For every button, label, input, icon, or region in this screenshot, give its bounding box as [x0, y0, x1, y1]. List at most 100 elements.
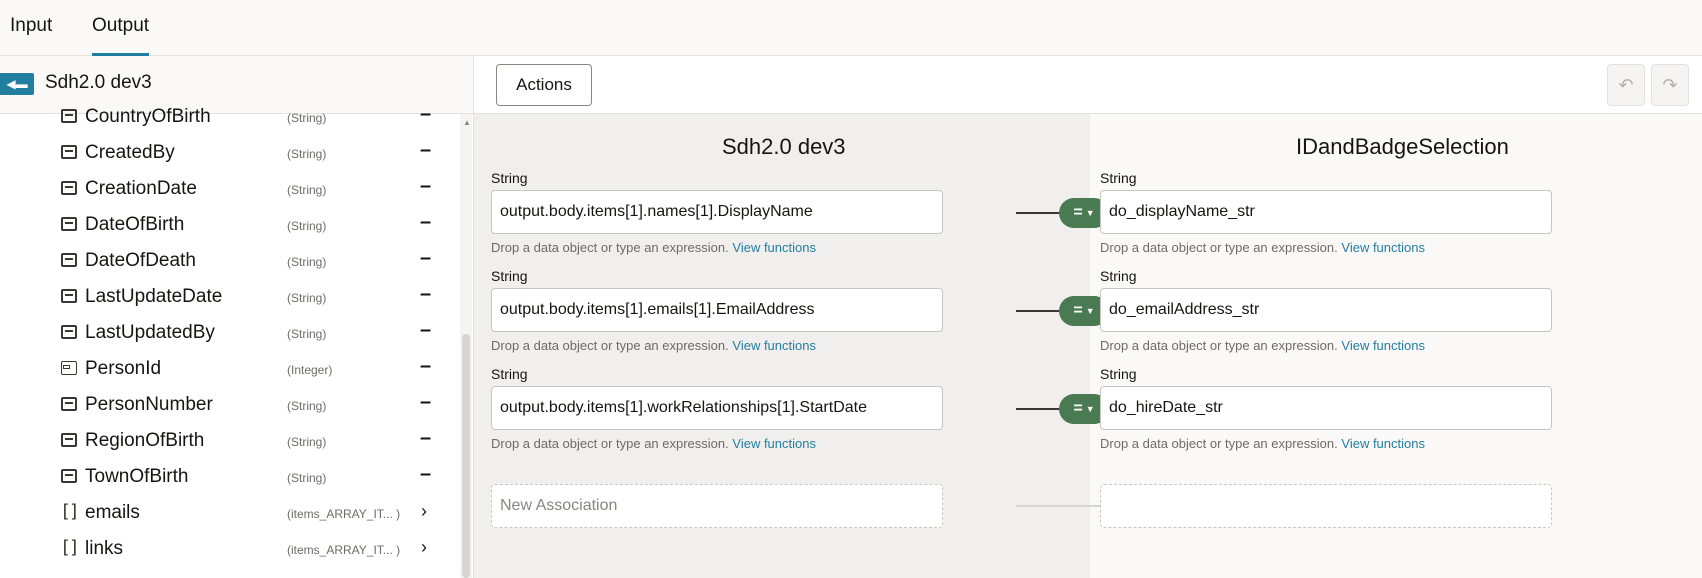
field-type: (String) — [287, 255, 327, 269]
scroll-up-icon[interactable]: ▲ — [463, 118, 471, 127]
field-type: (String) — [287, 291, 327, 305]
field-action-minus[interactable]: – — [420, 139, 431, 162]
operator-label: = — [1073, 204, 1083, 222]
tree-item-creationdate[interactable]: CreationDate (String) – — [0, 171, 460, 207]
tree-item-lastupdatedby[interactable]: LastUpdatedBy (String) – — [0, 315, 460, 351]
target-hint: Drop a data object or type an expression… — [1100, 436, 1425, 451]
tree-scrollbar[interactable]: ▲ — [460, 114, 472, 578]
field-action-minus[interactable]: – — [420, 391, 431, 414]
source-expression-input[interactable]: output.body.items[1].emails[1].EmailAddr… — [491, 288, 943, 332]
field-action-minus[interactable]: – — [420, 103, 431, 126]
tree-item-townofbirth[interactable]: TownOfBirth (String) – — [0, 459, 460, 495]
field-name: links — [85, 538, 124, 559]
source-type-label: String — [491, 268, 528, 284]
target-title: IDandBadgeSelection — [1296, 134, 1509, 159]
target-expression-input[interactable]: do_displayName_str — [1100, 190, 1552, 234]
source-hint: Drop a data object or type an expression… — [491, 338, 816, 353]
tree-title: Sdh2.0 dev3 — [45, 72, 152, 93]
undo-icon[interactable]: ↶ — [1607, 64, 1645, 106]
field-name: CreationDate — [85, 178, 197, 199]
field-type: (String) — [287, 111, 327, 125]
field-action-minus[interactable]: – — [420, 427, 431, 450]
tab-output[interactable]: Output — [92, 0, 150, 56]
field-name: DateOfBirth — [85, 214, 185, 235]
string-field-icon — [61, 469, 77, 483]
array-field-icon: [] — [60, 537, 80, 558]
actions-button[interactable]: Actions — [496, 64, 592, 106]
field-action-minus[interactable]: – — [420, 175, 431, 198]
string-field-icon — [61, 397, 77, 411]
view-functions-link[interactable]: View functions — [732, 240, 816, 255]
field-action-minus[interactable]: – — [420, 355, 431, 378]
source-hint: Drop a data object or type an expression… — [491, 436, 816, 451]
target-hint: Drop a data object or type an expression… — [1100, 338, 1425, 353]
source-expression-input[interactable]: output.body.items[1].names[1].DisplayNam… — [491, 190, 943, 234]
integer-field-icon — [61, 361, 77, 375]
chevron-right-icon[interactable]: › — [421, 501, 427, 522]
tree-item-links[interactable]: [] links (items_ARRAY_IT... ) › — [0, 531, 460, 567]
back-arrow-icon[interactable]: ◀▬ — [0, 73, 34, 95]
tree-item-createdby[interactable]: CreatedBy (String) – — [0, 135, 460, 171]
field-name: CreatedBy — [85, 142, 175, 163]
string-field-icon — [61, 217, 77, 231]
tree-item-regionofbirth[interactable]: RegionOfBirth (String) – — [0, 423, 460, 459]
new-association-target-input[interactable] — [1100, 484, 1552, 528]
tree-item-emails[interactable]: [] emails (items_ARRAY_IT... ) › — [0, 495, 460, 531]
tree-item-countryofbirth[interactable]: CountryOfBirth (String) – — [0, 99, 460, 135]
field-name: DateOfDeath — [85, 250, 196, 271]
caret-down-icon: ▼ — [1085, 306, 1095, 316]
field-type: (items_ARRAY_IT... ) — [287, 543, 401, 557]
string-field-icon — [61, 109, 77, 123]
tree-item-dateofdeath[interactable]: DateOfDeath (String) – — [0, 243, 460, 279]
tree-item-lastupdatedate[interactable]: LastUpdateDate (String) – — [0, 279, 460, 315]
field-action-minus[interactable]: – — [420, 463, 431, 486]
field-type: (String) — [287, 147, 327, 161]
view-functions-link[interactable]: View functions — [732, 338, 816, 353]
new-association-input[interactable]: New Association — [491, 484, 943, 528]
scroll-thumb[interactable] — [462, 334, 470, 578]
field-name: PersonId — [85, 358, 162, 379]
field-action-minus[interactable]: – — [420, 247, 431, 270]
target-type-label: String — [1100, 366, 1137, 382]
field-type: (String) — [287, 471, 327, 485]
source-hint: Drop a data object or type an expression… — [491, 240, 816, 255]
tree-item-dateofbirth[interactable]: DateOfBirth (String) – — [0, 207, 460, 243]
string-field-icon — [61, 145, 77, 159]
view-functions-link[interactable]: View functions — [1341, 338, 1425, 353]
hint-text: Drop a data object or type an expression… — [491, 338, 729, 353]
field-name: PersonNumber — [85, 394, 213, 415]
field-type: (Integer) — [287, 363, 333, 377]
target-expression-input[interactable]: do_emailAddress_str — [1100, 288, 1552, 332]
hint-text: Drop a data object or type an expression… — [491, 240, 729, 255]
hint-text: Drop a data object or type an expression… — [1100, 240, 1338, 255]
source-expression-input[interactable]: output.body.items[1].workRelationships[1… — [491, 386, 943, 430]
source-type-label: String — [491, 366, 528, 382]
tree-item-personid[interactable]: PersonId (Integer) – — [0, 351, 460, 387]
field-name: LastUpdateDate — [85, 286, 223, 307]
string-field-icon — [61, 181, 77, 195]
field-type: (items_ARRAY_IT... ) — [287, 507, 401, 521]
target-expression-input[interactable]: do_hireDate_str — [1100, 386, 1552, 430]
tab-input[interactable]: Input — [10, 0, 52, 56]
caret-down-icon: ▼ — [1085, 208, 1095, 218]
source-type-label: String — [491, 170, 528, 186]
field-name: TownOfBirth — [85, 466, 189, 487]
field-type: (String) — [287, 183, 327, 197]
string-field-icon — [61, 433, 77, 447]
field-action-minus[interactable]: – — [420, 211, 431, 234]
tree-item-personnumber[interactable]: PersonNumber (String) – — [0, 387, 460, 423]
mapping-panel: Actions ↶ ↷ Sdh2.0 dev3 IDandBadgeSelect… — [474, 56, 1702, 578]
view-functions-link[interactable]: View functions — [1341, 240, 1425, 255]
hint-text: Drop a data object or type an expression… — [1100, 436, 1338, 451]
field-name: LastUpdatedBy — [85, 322, 215, 343]
view-functions-link[interactable]: View functions — [1341, 436, 1425, 451]
target-type-label: String — [1100, 268, 1137, 284]
view-functions-link[interactable]: View functions — [732, 436, 816, 451]
output-tree-panel: ◀▬ Sdh2.0 dev3 CountryOfBirth (String) – Cr… — [0, 56, 474, 578]
source-title: Sdh2.0 dev3 — [722, 134, 846, 159]
array-field-icon: [] — [60, 501, 80, 522]
chevron-right-icon[interactable]: › — [421, 537, 427, 558]
field-action-minus[interactable]: – — [420, 319, 431, 342]
field-action-minus[interactable]: – — [420, 283, 431, 306]
redo-icon[interactable]: ↷ — [1651, 64, 1689, 106]
